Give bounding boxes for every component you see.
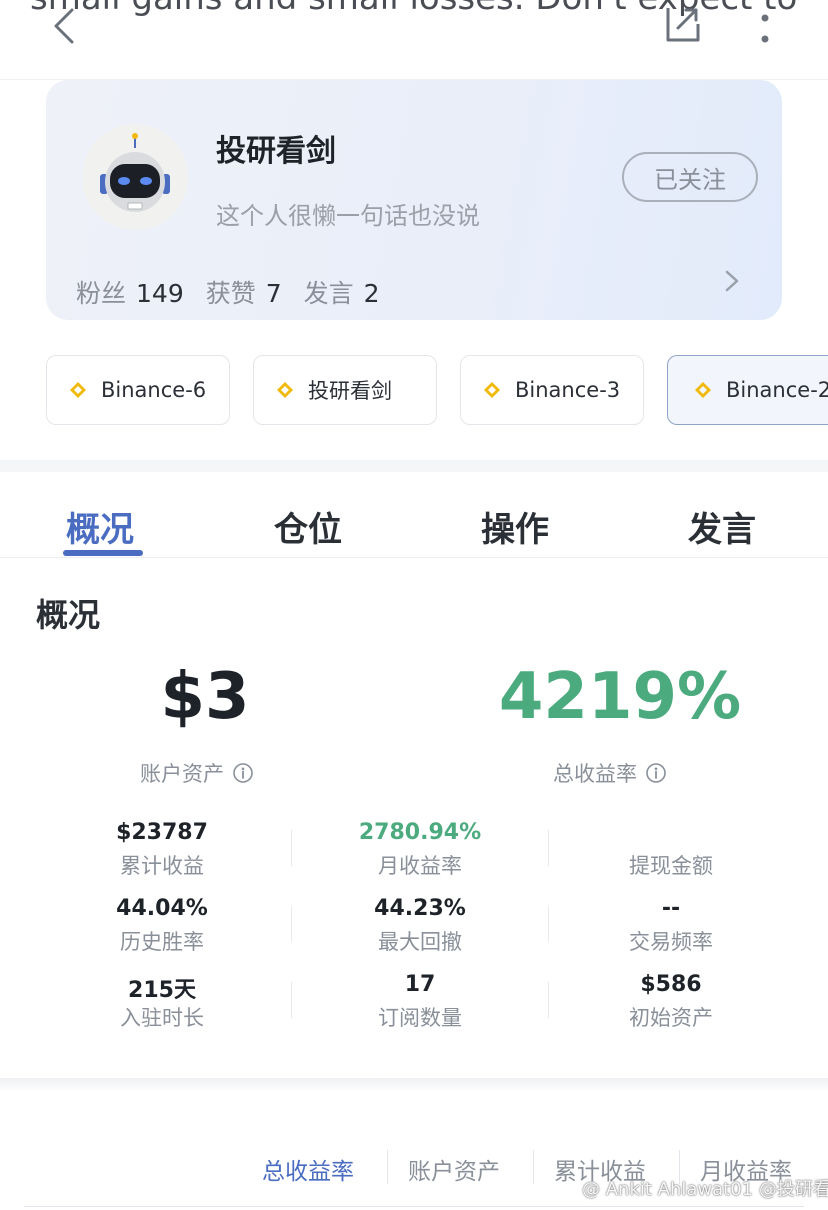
top-bar: small gains and small losses. Don't expe…: [0, 0, 828, 80]
account-assets-value: $3: [160, 660, 250, 734]
profile-nickname: 投研看剑: [216, 134, 336, 169]
share-button[interactable]: [660, 4, 706, 44]
account-chip-binance-2[interactable]: Binance-2: [667, 355, 828, 425]
metric-withdrawal-amount: 提现金额: [629, 854, 713, 878]
profile-card[interactable]: 投研看剑 这个人很懒一句话也没说 已关注 粉丝 149 获赞 7 发言 2: [46, 80, 782, 320]
stat-likes[interactable]: 获赞 7: [206, 274, 282, 310]
chart-tab-separator: [533, 1150, 534, 1184]
section-divider: [0, 460, 828, 472]
metric-separator: [291, 982, 292, 1018]
stat-followers[interactable]: 粉丝 149: [76, 274, 184, 310]
tab-positions[interactable]: 仓位: [274, 502, 342, 551]
chart-tab-separator: [387, 1150, 388, 1184]
share-icon: [666, 8, 700, 42]
more-button[interactable]: [750, 6, 780, 46]
metric-initial-assets: $586 初始资产: [629, 972, 713, 1030]
back-arrow-icon: [54, 8, 74, 44]
metric-subscriptions: 17 订阅数量: [378, 972, 462, 1030]
metric-cumulative-profit: $23787 累计收益: [116, 820, 208, 878]
profile-bio: 这个人很懒一句话也没说: [216, 202, 480, 230]
metric-win-rate: 44.04% 历史胜率: [116, 896, 208, 954]
avatar: [82, 124, 188, 230]
metric-separator: [548, 982, 549, 1018]
binance-icon: [484, 382, 500, 398]
account-chips: Binance-6 投研看剑 Binance-3 Binance-2: [46, 355, 828, 427]
metric-monthly-return: 2780.94% 月收益率: [358, 820, 482, 878]
account-chip-touyan[interactable]: 投研看剑: [253, 355, 437, 425]
info-icon[interactable]: [232, 762, 254, 784]
account-chip-binance-3[interactable]: Binance-3: [460, 355, 644, 425]
watermark: @ Ankit Ahlawat01 @投研看剑: [582, 1179, 828, 1200]
total-return-label: 总收益率: [553, 758, 667, 788]
tab-overview[interactable]: 概况: [66, 502, 134, 551]
total-return-value: 4219%: [498, 660, 742, 734]
metric-separator: [548, 906, 549, 942]
back-button[interactable]: [44, 6, 84, 46]
metric-separator: [291, 830, 292, 866]
main-tabs: 概况 仓位 操作 发言: [0, 472, 828, 558]
profile-stats: 粉丝 149 获赞 7 发言 2: [76, 274, 380, 310]
metric-separator: [291, 906, 292, 942]
metric-separator: [548, 830, 549, 866]
tab-active-indicator: [63, 550, 143, 556]
overview-title: 概况: [36, 596, 101, 634]
bottom-divider: [24, 1206, 804, 1207]
tab-posts[interactable]: 发言: [688, 502, 756, 551]
chart-tab-account-assets[interactable]: 账户资产: [408, 1152, 500, 1186]
more-vertical-icon: [761, 14, 769, 43]
binance-icon: [695, 382, 711, 398]
account-chip-binance-6[interactable]: Binance-6: [46, 355, 230, 425]
metric-max-drawdown: 44.23% 最大回撤: [374, 896, 466, 954]
stat-posts[interactable]: 发言 2: [304, 274, 380, 310]
info-icon[interactable]: [645, 762, 667, 784]
metric-trade-frequency: -- 交易频率: [629, 896, 713, 954]
chevron-right-icon[interactable]: [720, 266, 744, 296]
tab-operations[interactable]: 操作: [481, 502, 549, 551]
section-shadow: [0, 1078, 828, 1092]
account-assets-label: 账户资产: [140, 758, 254, 788]
follow-button[interactable]: 已关注: [622, 152, 758, 202]
binance-icon: [70, 382, 86, 398]
binance-icon: [277, 382, 293, 398]
metric-tenure: 215天 入驻时长: [120, 978, 204, 1030]
chart-tab-total-return[interactable]: 总收益率: [262, 1152, 354, 1186]
robot-avatar-icon: [100, 133, 170, 212]
